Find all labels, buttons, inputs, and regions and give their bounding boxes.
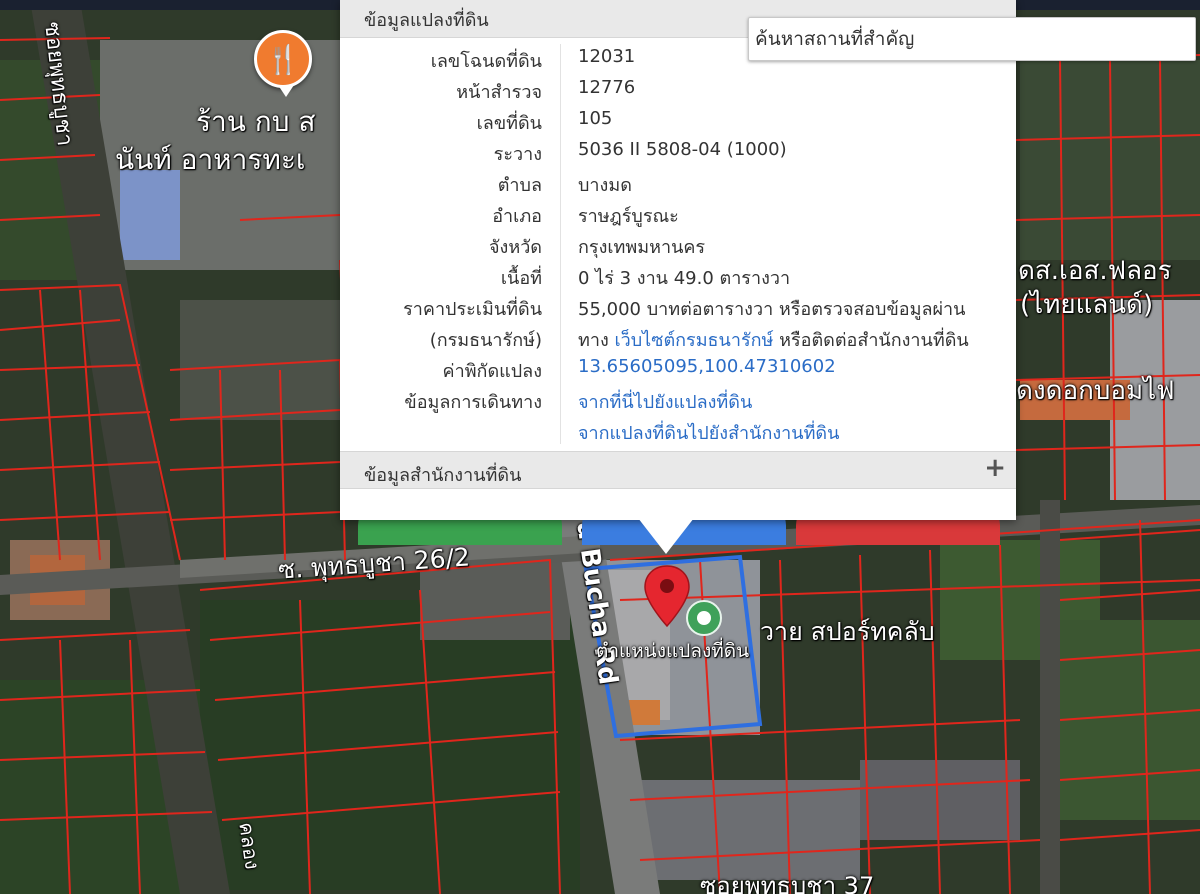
info-key: ราคาประเมินที่ดิน bbox=[403, 299, 542, 320]
info-key: เลขที่ดิน bbox=[476, 113, 542, 134]
info-value: บางมด bbox=[578, 175, 632, 196]
info-value: ราษฎร์บูรณะ bbox=[578, 206, 679, 227]
info-row-survey-page: หน้าสำรวจ 12776 bbox=[340, 73, 1016, 104]
info-value: 5036 II 5808-04 (1000) bbox=[578, 139, 787, 160]
map-label-bottom: ซอยพุทธบูชา 37 bbox=[700, 872, 875, 894]
info-row-directions-2: จากแปลงที่ดินไปยังสำนักงานที่ดิน bbox=[340, 414, 1016, 445]
map-label-restaurant: นันท์ อาหารทะเ bbox=[115, 143, 306, 176]
info-value: 0 ไร่ 3 งาน 49.0 ตารางวา bbox=[578, 268, 791, 289]
info-key: เนื้อที่ bbox=[500, 268, 542, 289]
popup-pointer bbox=[638, 518, 694, 554]
info-key: หน้าสำรวจ bbox=[456, 82, 542, 103]
info-key: ตำบล bbox=[497, 175, 542, 196]
map-label-right: ดงดอกบอมไฟ bbox=[1016, 376, 1175, 406]
info-key: (กรมธนารักษ์) bbox=[429, 330, 542, 351]
map-pin-icon[interactable] bbox=[642, 564, 692, 628]
expand-plus-icon[interactable]: + bbox=[984, 453, 1006, 483]
info-value: 12776 bbox=[578, 77, 636, 98]
info-key: อำเภอ bbox=[492, 206, 542, 227]
info-value: ทาง เว็บไซต์กรมธนารักษ์ หรือติดต่อสำนักง… bbox=[578, 325, 969, 354]
land-office-title: ข้อมูลสำนักงานที่ดิน bbox=[364, 465, 522, 486]
info-row-province: จังหวัด กรุงเทพมหานคร bbox=[340, 228, 1016, 259]
parcel-info-popup: ข้อมูลแปลงที่ดิน เลขโฉนดที่ดิน 12031 หน้… bbox=[340, 0, 1016, 520]
info-value: 12031 bbox=[578, 46, 636, 67]
info-row-area: เนื้อที่ 0 ไร่ 3 งาน 49.0 ตารางวา bbox=[340, 259, 1016, 290]
info-row-directions: ข้อมูลการเดินทาง จากที่นี่ไปยังแปลงที่ดิ… bbox=[340, 383, 1016, 414]
landmark-search-input[interactable] bbox=[748, 17, 1196, 61]
info-value: 105 bbox=[578, 108, 613, 129]
info-row-map-sheet: ระวาง 5036 II 5808-04 (1000) bbox=[340, 135, 1016, 166]
land-office-section[interactable]: ข้อมูลสำนักงานที่ดิน + bbox=[340, 451, 1016, 489]
info-key: จังหวัด bbox=[489, 237, 542, 258]
coordinates-link[interactable]: 13.65605095,100.47310602 bbox=[578, 356, 836, 377]
info-row-price: ราคาประเมินที่ดิน 55,000 บาทต่อตารางวา ห… bbox=[340, 290, 1016, 321]
fork-knife-icon: 🍴 bbox=[265, 42, 301, 76]
info-key: ข้อมูลการเดินทาง bbox=[404, 392, 542, 413]
info-value: กรุงเทพมหานคร bbox=[578, 237, 706, 258]
info-key: ค่าพิกัดแปลง bbox=[442, 361, 542, 382]
info-row-land-number: เลขที่ดิน 105 bbox=[340, 104, 1016, 135]
map-label-right: (ไทยแลนด์) bbox=[1020, 290, 1154, 320]
info-key: ระวาง bbox=[493, 144, 542, 165]
info-row-district: อำเภอ ราษฎร์บูรณะ bbox=[340, 197, 1016, 228]
info-value: 55,000 บาทต่อตารางวา หรือตรวจสอบข้อมูลผ่… bbox=[578, 299, 966, 320]
info-row-subdistrict: ตำบล บางมด bbox=[340, 166, 1016, 197]
map-label-sport-club: วาย สปอร์ทคลับ bbox=[760, 617, 935, 646]
map-label-bottom: คลอง bbox=[234, 820, 265, 871]
info-key: เลขโฉนดที่ดิน bbox=[430, 51, 542, 72]
directions-to-land-office-link[interactable]: จากแปลงที่ดินไปยังสำนักงานที่ดิน bbox=[578, 418, 839, 447]
price-text: หรือติดต่อสำนักงานที่ดิน bbox=[773, 330, 969, 351]
treasury-website-link[interactable]: เว็บไซต์กรมธนารักษ์ bbox=[614, 330, 773, 351]
directions-to-parcel-link[interactable]: จากที่นี่ไปยังแปลงที่ดิน bbox=[578, 387, 752, 416]
map-label-parcel: ตำแหน่งแปลงที่ดิน bbox=[596, 640, 750, 662]
popup-title: ข้อมูลแปลงที่ดิน bbox=[364, 10, 489, 31]
price-text: ทาง bbox=[578, 330, 615, 351]
info-row-coords: ค่าพิกัดแปลง 13.65605095,100.47310602 bbox=[340, 352, 1016, 383]
restaurant-marker[interactable]: 🍴 bbox=[254, 30, 312, 97]
info-row-price-source: (กรมธนารักษ์) ทาง เว็บไซต์กรมธนารักษ์ หร… bbox=[340, 321, 1016, 352]
